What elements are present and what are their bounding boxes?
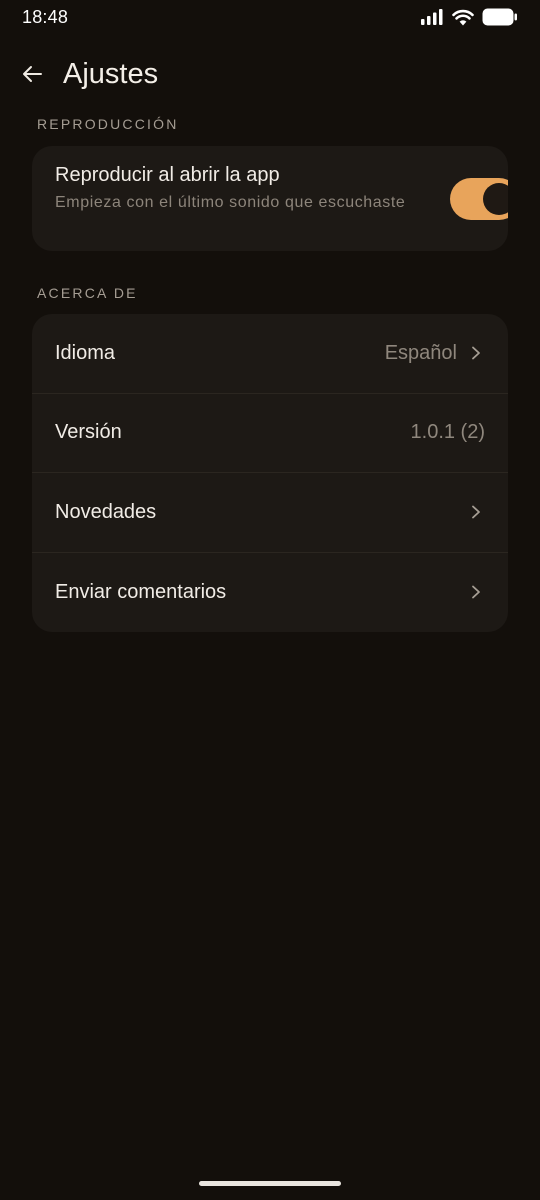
- status-time: 18:48: [22, 6, 69, 27]
- section-header-playback: REPRODUCCIÓN: [37, 116, 179, 132]
- version-row: Versión 1.0.1 (2): [32, 394, 508, 473]
- chevron-right-icon: [467, 583, 485, 601]
- autoplay-subtitle: Empieza con el último sonido que escucha…: [55, 194, 406, 211]
- wifi-icon: [452, 9, 474, 25]
- whats-new-label: Novedades: [55, 500, 157, 523]
- language-row[interactable]: Idioma Español: [32, 314, 508, 394]
- settings-screen: 18:48 Ajustes REPRODUCCIÓN Reproducir al…: [0, 0, 540, 1200]
- page-title: Ajustes: [63, 57, 159, 90]
- status-bar: 18:48: [0, 0, 540, 34]
- send-feedback-row[interactable]: Enviar comentarios: [32, 553, 508, 633]
- app-bar: Ajustes: [0, 50, 540, 98]
- chevron-right-icon: [467, 344, 485, 362]
- back-button[interactable]: [8, 50, 56, 98]
- home-indicator[interactable]: [199, 1181, 341, 1186]
- status-icons: [420, 8, 518, 26]
- send-feedback-label: Enviar comentarios: [55, 580, 227, 603]
- about-card: Idioma Español Versión 1.0.1 (2) Novedad…: [32, 314, 508, 632]
- chevron-right-icon: [467, 503, 485, 521]
- whats-new-row[interactable]: Novedades: [32, 473, 508, 553]
- toggle-knob: [483, 183, 508, 215]
- signal-icon: [421, 9, 443, 25]
- arrow-left-icon: [23, 66, 42, 82]
- autoplay-toggle[interactable]: [450, 178, 508, 220]
- language-label: Idioma: [55, 341, 116, 364]
- playback-card: Reproducir al abrir la app Empieza con e…: [32, 146, 508, 251]
- autoplay-title: Reproducir al abrir la app: [55, 164, 280, 186]
- version-label: Versión: [55, 421, 122, 444]
- language-value: Español: [384, 341, 457, 364]
- autoplay-setting-row[interactable]: Reproducir al abrir la app Empieza con e…: [32, 146, 508, 251]
- section-header-about: ACERCA DE: [37, 285, 138, 301]
- version-value: 1.0.1 (2): [410, 421, 485, 444]
- battery-icon: [482, 8, 517, 26]
